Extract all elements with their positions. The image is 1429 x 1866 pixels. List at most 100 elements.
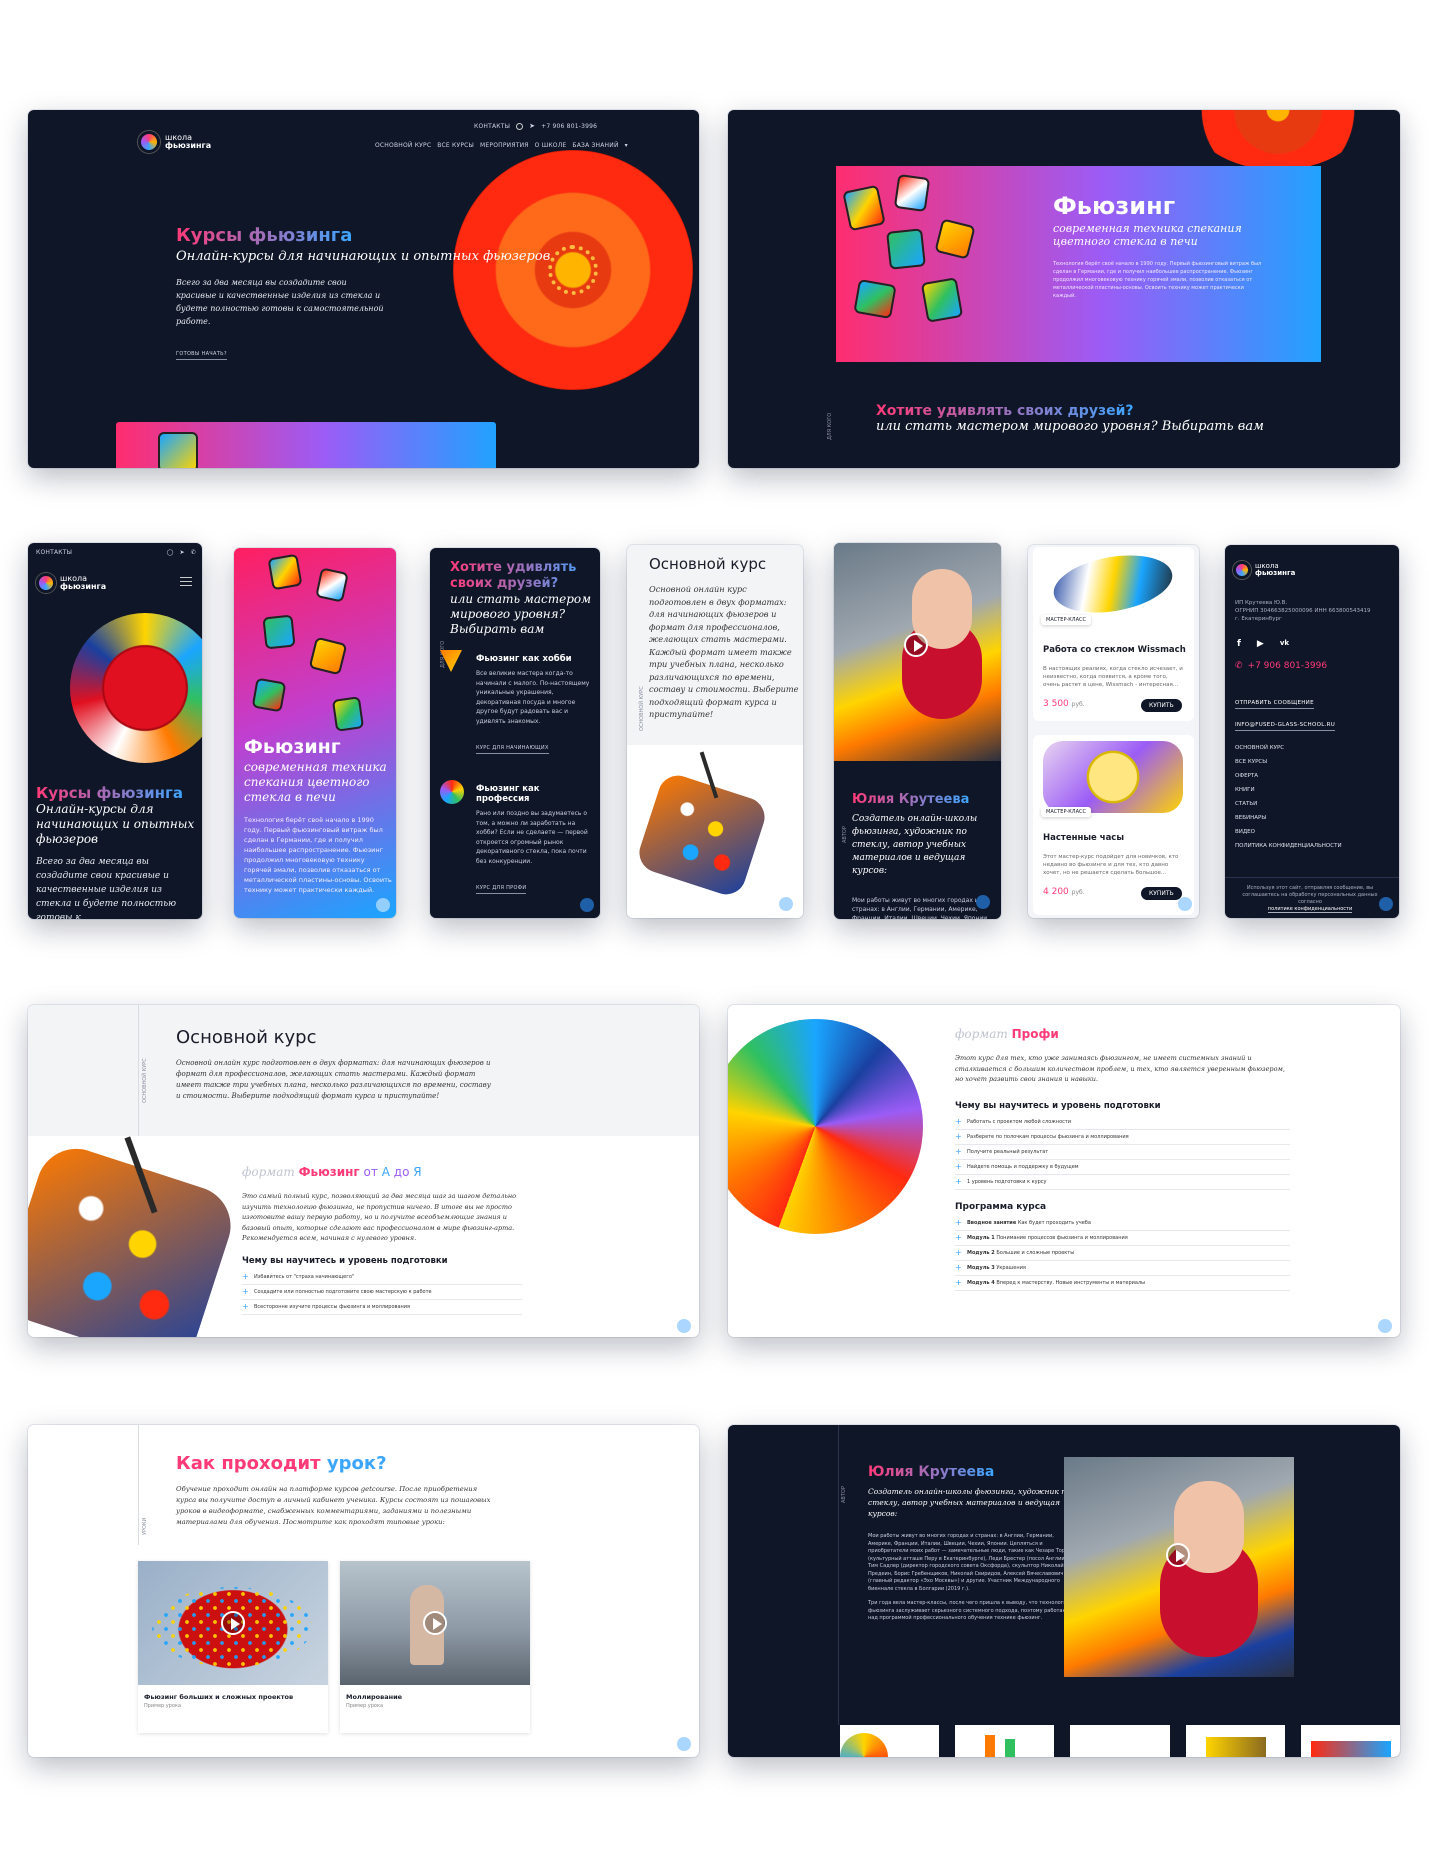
footer-link-video[interactable]: ВИДЕО <box>1235 825 1342 839</box>
hero-cta-link[interactable]: ГОТОВЫ НАЧАТЬ? <box>176 351 227 360</box>
program-item[interactable]: Модуль 3 Украшения <box>955 1261 1290 1276</box>
scroll-top-button[interactable] <box>1378 1319 1392 1333</box>
gallery-thumb[interactable] <box>955 1725 1055 1757</box>
footer-link-books[interactable]: КНИГИ <box>1235 783 1342 797</box>
send-message-link[interactable]: ОТПРАВИТЬ СООБЩЕНИЕ <box>1235 700 1314 709</box>
program-item[interactable]: Модуль 1 Понимание процессов фьюзинга и … <box>955 1231 1290 1246</box>
email-link[interactable]: INFO@FUSED-GLASS-SCHOOL.RU <box>1235 722 1336 731</box>
contacts-link[interactable]: КОНТАКТЫ <box>36 549 161 556</box>
footer-phone[interactable]: +7 906 801-3996 <box>1248 661 1328 671</box>
footer-link-offer[interactable]: ОФЕРТА <box>1235 769 1342 783</box>
telegram-icon[interactable]: ➤ <box>529 122 535 130</box>
video-card-2[interactable]: Моллирование Пример урока <box>340 1561 530 1733</box>
program-item[interactable]: Модуль 4 Вперед к мастерству. Новые инст… <box>955 1276 1290 1291</box>
nav-about[interactable]: О ШКОЛЕ <box>535 142 567 149</box>
beginner-course-link[interactable]: КУРС ДЛЯ НАЧИНАЮЩИХ <box>476 745 549 754</box>
footer-link-webinars[interactable]: ВЕБИНАРЫ <box>1235 811 1342 825</box>
fusing-title: Фьюзинг <box>244 736 341 758</box>
video-card-1[interactable]: Фьюзинг больших и сложных проектов Приме… <box>138 1561 328 1733</box>
format-a: А <box>381 1165 390 1179</box>
buy-button[interactable]: КУПИТЬ <box>1141 887 1182 900</box>
scroll-top-button[interactable] <box>976 895 990 909</box>
vk-icon[interactable]: vk <box>1280 639 1289 649</box>
mosaic-plate <box>70 613 202 763</box>
company-ogrn: ОГРНИП 304663825000096 ИНН 663800543419 <box>1235 608 1371 614</box>
program-module: Модуль 4 <box>967 1279 995 1286</box>
question-line1: Хотите удивлять своих друзей? <box>450 560 595 592</box>
whatsapp-icon[interactable]: ◯ <box>167 549 174 556</box>
phone-icon[interactable]: ✆ <box>191 549 196 556</box>
vertical-label: АВТОР <box>842 826 848 843</box>
video-thumbnail <box>340 1561 530 1685</box>
pro-course-link[interactable]: КУРС ДЛЯ ПРОФИ <box>476 885 527 894</box>
gallery-thumb[interactable] <box>1185 1725 1285 1757</box>
nav-all-courses[interactable]: ВСЕ КУРСЫ <box>437 142 474 149</box>
program-item[interactable]: Вводное занятие Как будет проходить учеб… <box>955 1216 1290 1231</box>
shop-card-1[interactable]: МАСТЕР-КЛАСС Работа со стеклом Wissmach … <box>1033 546 1194 721</box>
glass-tile-3 <box>262 614 296 650</box>
course-text: Основной онлайн курс подготовлен в двух … <box>649 584 799 719</box>
fusing-subtitle: современная техника спекания цветного ст… <box>244 760 387 804</box>
shop-card-image <box>1043 741 1183 813</box>
footer-link-articles[interactable]: СТАТЬИ <box>1235 797 1342 811</box>
play-icon[interactable] <box>1166 1543 1190 1567</box>
gallery-thumb[interactable] <box>840 1725 940 1757</box>
hero-subtitle: Онлайн-курсы для начинающих и опытных фь… <box>176 249 551 264</box>
telegram-icon[interactable]: ➤ <box>180 549 185 556</box>
lesson-title-b: урок? <box>326 1453 387 1474</box>
shop-card-price: 3 500 <box>1043 699 1069 709</box>
scroll-top-button[interactable] <box>376 898 390 912</box>
footer-link-all[interactable]: ВСЕ КУРСЫ <box>1235 755 1342 769</box>
logo-icon[interactable] <box>36 573 56 593</box>
facebook-icon[interactable]: f <box>1237 639 1241 649</box>
program-title: Программа курса <box>955 1201 1047 1212</box>
gallery-thumb[interactable] <box>1300 1725 1400 1757</box>
phone-icon: ✆ <box>1235 661 1243 671</box>
consent-link[interactable]: политике конфиденциальности <box>1267 906 1353 913</box>
play-icon[interactable] <box>221 1611 245 1635</box>
scroll-top-button[interactable] <box>580 898 594 912</box>
nav-knowledge[interactable]: БАЗА ЗНАНИЙ <box>572 142 618 149</box>
hero-text: Всего за два месяца вы создадите свои кр… <box>36 857 177 919</box>
glass-tile-2 <box>893 173 931 213</box>
play-icon[interactable] <box>904 633 928 657</box>
format-to: до <box>393 1165 410 1179</box>
shop-card-currency: руб. <box>1071 889 1085 896</box>
contacts-link[interactable]: КОНТАКТЫ <box>474 123 510 130</box>
glass-tile-3 <box>886 228 926 270</box>
footer-link-main[interactable]: ОСНОВНОЙ КУРС <box>1235 741 1342 755</box>
scroll-top-button[interactable] <box>677 1737 691 1751</box>
buy-button[interactable]: КУПИТЬ <box>1141 699 1182 712</box>
gallery-thumb[interactable] <box>1070 1725 1170 1757</box>
course-text: Основной онлайн курс подготовлен в двух … <box>176 1059 491 1100</box>
hobby-text: Все великие мастера когда-то начинали с … <box>476 670 590 725</box>
desktop-course-panel: ОСНОВНОЙ КУРС Основной курс Основной онл… <box>28 1005 699 1337</box>
chevron-down-icon[interactable]: ▾ <box>625 142 628 149</box>
hero-subtitle: Онлайн-курсы для начинающих и опытных фь… <box>36 802 195 846</box>
learn-item: Получите реальный результат <box>955 1145 1290 1160</box>
mobile-course-panel: Основной курс Основной онлайн курс подго… <box>627 545 803 918</box>
whatsapp-icon[interactable] <box>516 122 524 130</box>
logo-icon[interactable] <box>1233 561 1251 579</box>
menu-icon[interactable] <box>180 577 192 586</box>
phone-link[interactable]: +7 906 801-3996 <box>541 123 597 130</box>
author-role: Создатель онлайн-школы фьюзинга, художни… <box>852 814 978 876</box>
scroll-top-button[interactable] <box>779 897 793 911</box>
nav-events[interactable]: МЕРОПРИЯТИЯ <box>480 142 529 149</box>
consent-text: Используя этот сайт, отправляя сообщение… <box>1242 885 1378 905</box>
scroll-top-button[interactable] <box>1178 897 1192 911</box>
scroll-top-button[interactable] <box>1379 897 1393 911</box>
profession-text: Рано или поздно вы задумаетесь о том, а … <box>476 810 588 865</box>
logo-icon <box>138 131 160 153</box>
author-photo <box>1064 1457 1294 1677</box>
play-icon[interactable] <box>423 1611 447 1635</box>
shop-card-2[interactable]: МАСТЕР-КЛАСС Настенные часы Этот мастер-… <box>1033 735 1194 915</box>
youtube-icon[interactable]: ▶ <box>1257 639 1264 649</box>
program-item[interactable]: Модуль 2 Большие и сложные проекты <box>955 1246 1290 1261</box>
logo[interactable]: школа фьюзинга <box>138 131 211 153</box>
program-module: Модуль 1 <box>967 1234 995 1241</box>
scroll-top-button[interactable] <box>677 1319 691 1333</box>
nav-main-course[interactable]: ОСНОВНОЙ КУРС <box>375 142 431 149</box>
footer-link-privacy[interactable]: ПОЛИТИКА КОНФИДЕНЦИАЛЬНОСТИ <box>1235 839 1342 853</box>
vertical-label: АВТОР <box>841 1486 847 1503</box>
